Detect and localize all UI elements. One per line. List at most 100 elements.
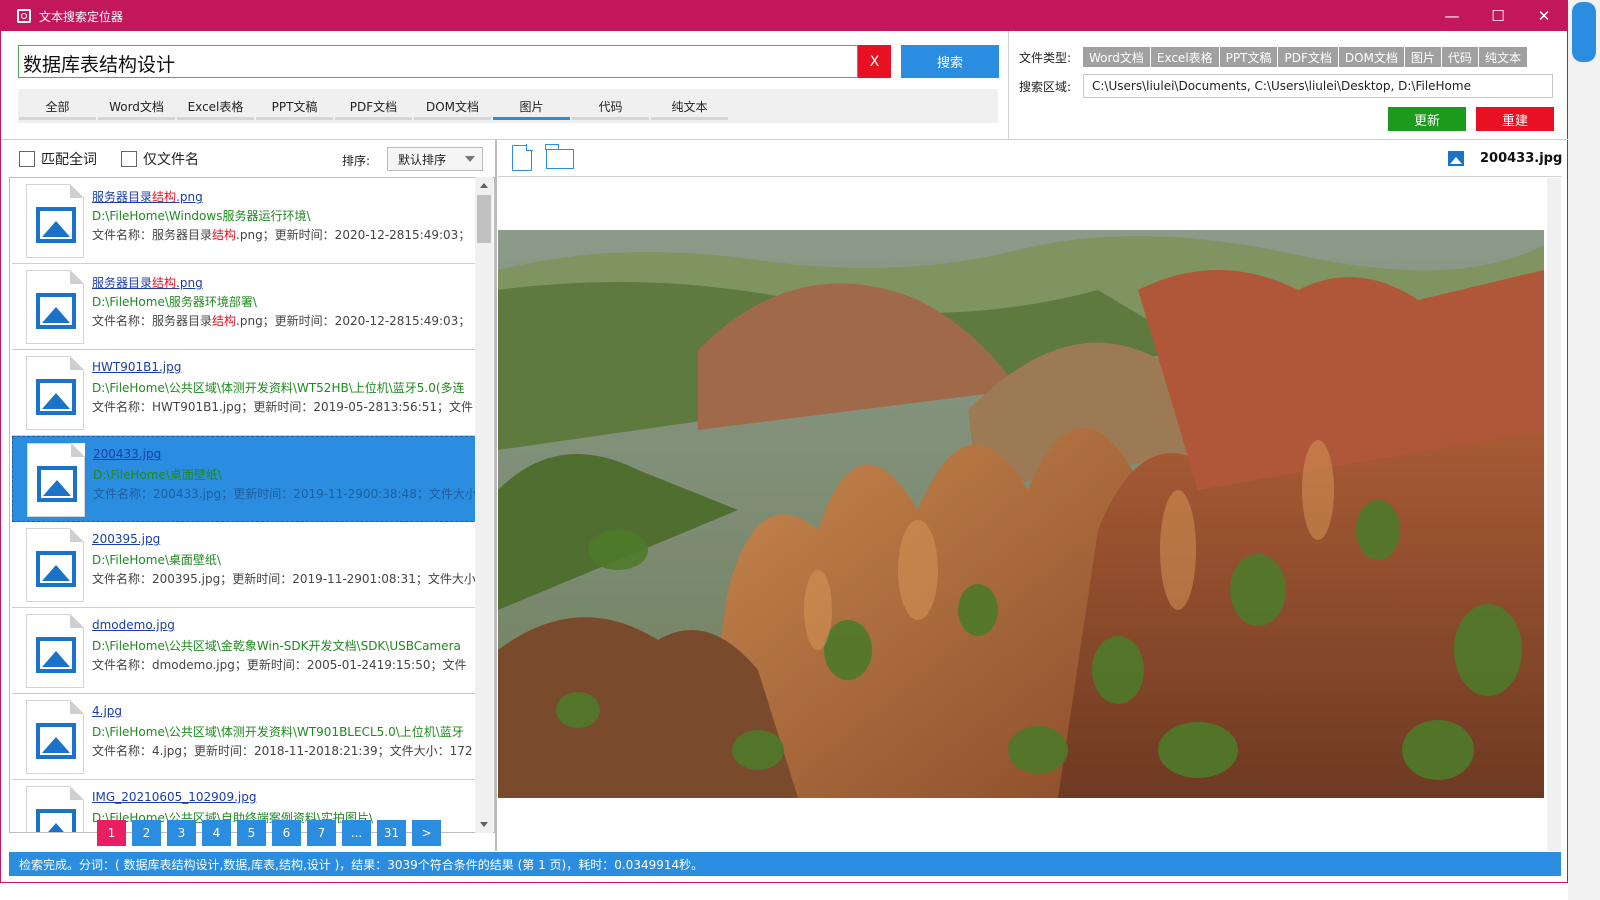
result-item[interactable]: 服务器目录结构.png D:\FileHome\Windows服务器运行环境\ 文件… — [12, 178, 478, 264]
result-meta-text: 文件名称：服务器目录 — [92, 228, 213, 242]
page-button[interactable]: 1 — [97, 820, 126, 846]
result-meta: 文件名称：服务器目录结构.png；更新时间：2020-12-2815:49:03… — [92, 312, 470, 329]
result-item[interactable]: 4.jpg D:\FileHome\公共区域\体测开发资料\WT901BLECL5… — [12, 694, 478, 780]
result-scrollbar[interactable] — [475, 177, 493, 833]
clear-button[interactable]: X — [858, 45, 891, 78]
result-item[interactable]: 200395.jpg D:\FileHome\桌面壁纸\ 文件名称：200395.j… — [12, 522, 478, 608]
preview-file-name: 200433.jpg — [1480, 151, 1563, 166]
result-item[interactable]: 服务器目录结构.png D:\FileHome\服务器环境部署\ 文件名称：服务器目… — [12, 264, 478, 350]
file-type-chip[interactable]: 图片 — [1404, 47, 1442, 67]
image-file-icon — [26, 786, 84, 832]
config-panel: 文件类型: Word文档 Excel表格 PPT文稿 PDF文档 DOM文档 图片 代码 纯文… — [1008, 31, 1569, 139]
type-tab[interactable]: PPT文稿 — [255, 89, 334, 123]
app-search-icon — [17, 9, 31, 23]
result-path: D:\FileHome\桌面壁纸\ — [92, 553, 221, 567]
page-button[interactable]: 4 — [202, 820, 231, 846]
type-tab[interactable]: 图片 — [492, 89, 571, 123]
result-name-ext: .png — [176, 276, 203, 290]
divider — [1, 139, 1569, 140]
result-name[interactable]: 服务器目录结构.png — [92, 188, 203, 205]
search-input[interactable]: 数据库表结构设计 — [18, 45, 858, 78]
sort-label: 排序: — [342, 154, 371, 168]
rebuild-button[interactable]: 重建 — [1476, 107, 1554, 131]
result-name-text: 200433.jpg — [93, 447, 162, 461]
result-name-ext: .png — [176, 190, 203, 204]
result-item[interactable]: dmodemo.jpg D:\FileHome\公共区域\金乾象Win-SDK开发… — [12, 608, 478, 694]
splitter[interactable] — [495, 139, 497, 851]
type-tab[interactable]: PDF文档 — [334, 89, 413, 123]
file-type-chip[interactable]: 代码 — [1441, 47, 1479, 67]
result-name-text: 服务器目录 — [92, 276, 153, 290]
type-tab[interactable]: 纯文本 — [650, 89, 729, 123]
type-tab[interactable]: Word文档 — [97, 89, 176, 123]
avatar[interactable] — [1572, 2, 1596, 62]
page-button[interactable]: ... — [342, 820, 371, 846]
sort-select[interactable]: 默认排序 — [387, 147, 483, 171]
result-path: D:\FileHome\Windows服务器运行环境\ — [92, 209, 311, 223]
match-whole-word-checkbox[interactable] — [19, 151, 35, 167]
image-file-icon — [26, 700, 84, 774]
result-name[interactable]: HWT901B1.jpg — [92, 360, 181, 374]
close-icon[interactable]: ✕ — [1521, 1, 1567, 31]
minimize-icon[interactable]: — — [1429, 1, 1475, 31]
result-name[interactable]: IMG_20210605_102909.jpg — [92, 790, 256, 804]
file-type-chip[interactable]: DOM文档 — [1338, 47, 1405, 67]
result-item[interactable]: HWT901B1.jpg D:\FileHome\公共区域\体测开发资料\WT52… — [12, 350, 478, 436]
sort-value: 默认排序 — [398, 152, 447, 167]
file-type-chip[interactable]: PDF文档 — [1278, 47, 1339, 67]
type-tab[interactable]: Excel表格 — [176, 89, 255, 123]
image-file-icon — [26, 356, 84, 430]
page-button[interactable]: 5 — [237, 820, 266, 846]
result-item[interactable]: 200433.jpg D:\FileHome\桌面壁纸\ 文件名称：200433.j… — [12, 436, 478, 522]
preview-toolbar: 200433.jpg — [498, 141, 1563, 177]
result-name[interactable]: 200395.jpg — [92, 532, 160, 546]
type-tab[interactable]: DOM文档 — [413, 89, 492, 123]
filename-only-option[interactable]: 仅文件名 — [121, 149, 199, 169]
file-icon[interactable] — [512, 144, 533, 171]
page-button[interactable]: 7 — [307, 820, 336, 846]
file-type-chip[interactable]: Excel表格 — [1150, 47, 1220, 67]
search-button[interactable]: 搜索 — [901, 45, 999, 78]
scroll-up-icon[interactable] — [480, 183, 488, 188]
image-file-icon — [26, 184, 84, 258]
page-button[interactable]: 3 — [167, 820, 196, 846]
result-meta-text: 文件名称：4.jpg；更新时间：2018-11-2018:21:39；文件大小：… — [92, 744, 473, 758]
match-whole-word-option[interactable]: 匹配全词 — [19, 149, 97, 169]
filename-only-label: 仅文件名 — [143, 152, 199, 168]
result-name[interactable]: 服务器目录结构.png — [92, 274, 203, 291]
result-name-text: HWT901B1.jpg — [92, 360, 182, 374]
result-meta-tail: .png；更新时间：2020-12-2815:49:03； — [236, 228, 471, 242]
type-tab[interactable]: 全部 — [18, 89, 97, 123]
page-button[interactable]: 6 — [272, 820, 301, 846]
page-button[interactable]: 2 — [132, 820, 161, 846]
update-button[interactable]: 更新 — [1388, 107, 1466, 131]
result-meta-text: 文件名称：服务器目录 — [92, 314, 213, 328]
file-type-chip[interactable]: Word文档 — [1083, 47, 1151, 67]
page-button[interactable]: 31 — [377, 820, 406, 846]
preview-scrollbar[interactable] — [1547, 178, 1561, 851]
result-name[interactable]: 200433.jpg — [93, 447, 161, 461]
scroll-down-icon[interactable] — [480, 822, 488, 827]
app-window: 文本搜索定位器 — ☐ ✕ 数据库表结构设计 X 搜索 全部 Word文档 Exce… — [0, 0, 1569, 883]
file-type-chip[interactable]: PPT文稿 — [1219, 47, 1279, 67]
result-list: 服务器目录结构.png D:\FileHome\Windows服务器运行环境\ 文件… — [9, 177, 495, 833]
image-file-icon — [27, 443, 85, 517]
image-file-icon — [26, 270, 84, 344]
result-name-text: 服务器目录 — [92, 190, 153, 204]
result-meta-text: 文件名称：dmodemo.jpg；更新时间：2005-01-2419:15:50… — [92, 658, 467, 672]
result-name-highlight: 结构 — [152, 190, 177, 204]
type-tab[interactable]: 代码 — [571, 89, 650, 123]
result-name[interactable]: 4.jpg — [92, 704, 122, 718]
result-path: D:\FileHome\公共区域\体测开发资料\WT52HB\上位机\蓝牙5.0… — [92, 381, 465, 395]
folder-icon[interactable] — [545, 144, 574, 169]
title-bar[interactable]: 文本搜索定位器 — ☐ ✕ — [1, 1, 1567, 31]
maximize-icon[interactable]: ☐ — [1475, 1, 1521, 31]
result-meta-highlight: 结构 — [212, 228, 237, 242]
scroll-thumb[interactable] — [477, 195, 491, 243]
file-type-chip[interactable]: 纯文本 — [1478, 47, 1528, 67]
result-name[interactable]: dmodemo.jpg — [92, 618, 175, 632]
filename-only-checkbox[interactable] — [121, 151, 137, 167]
result-path: D:\FileHome\公共区域\金乾象Win-SDK开发文档\SDK\USBC… — [92, 639, 461, 653]
page-button[interactable]: > — [412, 820, 441, 846]
search-area-field[interactable]: C:\Users\liulei\Documents, C:\Users\liul… — [1083, 74, 1553, 98]
